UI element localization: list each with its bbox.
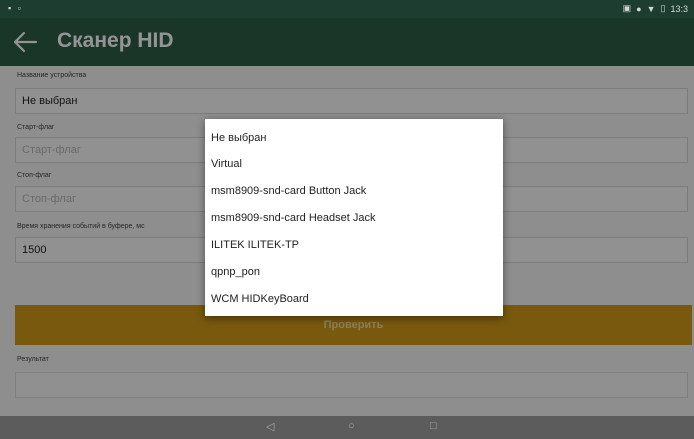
device-dropdown-menu: Не выбран Virtual msm8909-snd-card Butto… bbox=[205, 119, 503, 316]
menu-item[interactable]: ILITEK ILITEK-TP bbox=[211, 232, 497, 258]
nav-recents-icon[interactable]: □ bbox=[430, 420, 437, 432]
sim-icon: ▣ bbox=[622, 3, 632, 13]
status-left-icons: ▪ ▫ bbox=[8, 3, 23, 13]
status-bar: ▪ ▫ ▣ ● ▼ ▯ 13:3 bbox=[0, 0, 694, 18]
navigation-bar: ◁ ○ □ bbox=[0, 416, 694, 439]
battery-icon: ▯ bbox=[660, 3, 666, 13]
nav-home-icon[interactable]: ○ bbox=[348, 420, 355, 432]
menu-item[interactable]: msm8909-snd-card Headset Jack bbox=[211, 205, 497, 231]
menu-item[interactable]: Не выбран bbox=[211, 125, 497, 151]
clock: 13:3 bbox=[670, 3, 688, 14]
location-icon: ● bbox=[636, 3, 642, 14]
menu-item[interactable]: msm8909-snd-card Button Jack bbox=[211, 178, 497, 204]
wifi-icon: ▼ bbox=[646, 3, 656, 14]
menu-item[interactable]: WCM HIDKeyBoard bbox=[211, 286, 497, 312]
status-right: ▣ ● ▼ ▯ 13:3 bbox=[623, 3, 688, 14]
menu-item[interactable]: Virtual bbox=[211, 151, 497, 177]
menu-item[interactable]: qpnp_pon bbox=[211, 259, 497, 285]
nav-back-icon[interactable]: ◁ bbox=[266, 420, 274, 433]
